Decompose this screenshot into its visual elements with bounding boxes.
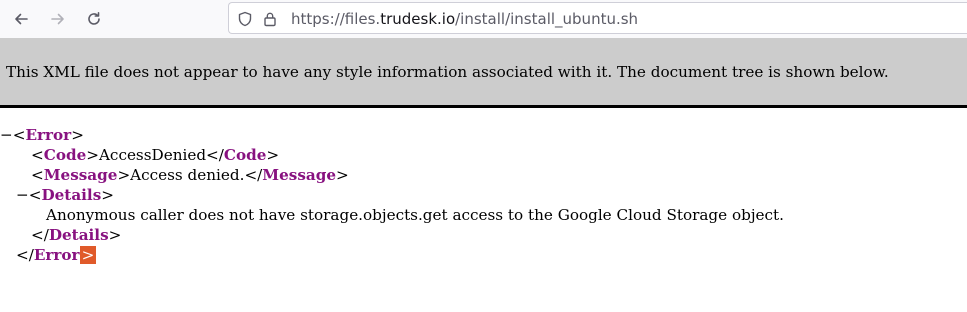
tag-name-code: Code xyxy=(43,146,87,164)
tag-name-error: Error xyxy=(25,126,72,144)
tag-bracket: > xyxy=(101,186,114,204)
url-host: trudesk.io xyxy=(380,10,456,28)
tag-bracket: > xyxy=(117,166,131,184)
tag-bracket: > xyxy=(266,146,280,164)
xml-close-details-line: </Details> xyxy=(31,225,121,245)
tag-bracket: < xyxy=(31,166,44,184)
tag-bracket: < xyxy=(12,126,26,144)
url-path: /install/install_ubuntu.sh xyxy=(455,10,639,28)
tag-bracket: > xyxy=(108,226,122,244)
tag-name-code-close: Code xyxy=(223,146,267,164)
tag-bracket: </ xyxy=(244,166,263,184)
tag-name-details-close: Details xyxy=(48,226,109,244)
shield-icon[interactable] xyxy=(236,10,254,28)
tag-name-error-close: Error xyxy=(33,246,80,264)
tag-name-details: Details xyxy=(41,186,102,204)
forward-button[interactable] xyxy=(44,5,72,33)
xml-info-text: This XML file does not appear to have an… xyxy=(6,63,889,81)
address-bar[interactable]: https://files.trudesk.io/install/install… xyxy=(228,2,967,34)
xml-code-line: <Code>AccessDenied</Code> xyxy=(31,145,279,165)
code-value: AccessDenied xyxy=(98,146,207,164)
text-cursor-caret: > xyxy=(79,246,97,264)
xml-message-line: <Message>Access denied.</Message> xyxy=(31,165,349,185)
tag-bracket: < xyxy=(28,186,42,204)
message-value: Access denied. xyxy=(130,166,245,184)
collapse-toggle-error[interactable]: − xyxy=(0,126,13,144)
browser-toolbar: https://files.trudesk.io/install/install… xyxy=(0,0,967,38)
tag-bracket: > xyxy=(86,146,99,164)
lock-icon[interactable] xyxy=(261,10,279,28)
back-button[interactable] xyxy=(7,5,35,33)
arrow-right-icon xyxy=(50,11,66,27)
collapse-toggle-details[interactable]: − xyxy=(16,186,29,204)
xml-info-banner: This XML file does not appear to have an… xyxy=(0,38,967,108)
tag-bracket: < xyxy=(31,146,44,164)
tag-bracket: > xyxy=(71,126,84,144)
tag-name-message: Message xyxy=(43,166,118,184)
arrow-left-icon xyxy=(13,11,29,27)
reload-icon xyxy=(86,11,102,27)
reload-button[interactable] xyxy=(80,5,108,33)
url-prefix: https://files. xyxy=(291,10,381,28)
tag-bracket: </ xyxy=(16,246,34,264)
tag-bracket: </ xyxy=(206,146,224,164)
details-value: Anonymous caller does not have storage.o… xyxy=(46,206,784,224)
tag-bracket: > xyxy=(336,166,349,184)
xml-open-details-line: −<Details> xyxy=(16,185,114,205)
tag-name-message-close: Message xyxy=(262,166,336,184)
xml-open-error-line: −<Error> xyxy=(0,125,84,145)
tag-bracket: </ xyxy=(31,226,49,244)
xml-close-error-line: </Error > xyxy=(16,245,97,265)
url-text[interactable]: https://files.trudesk.io/install/install… xyxy=(291,10,638,28)
